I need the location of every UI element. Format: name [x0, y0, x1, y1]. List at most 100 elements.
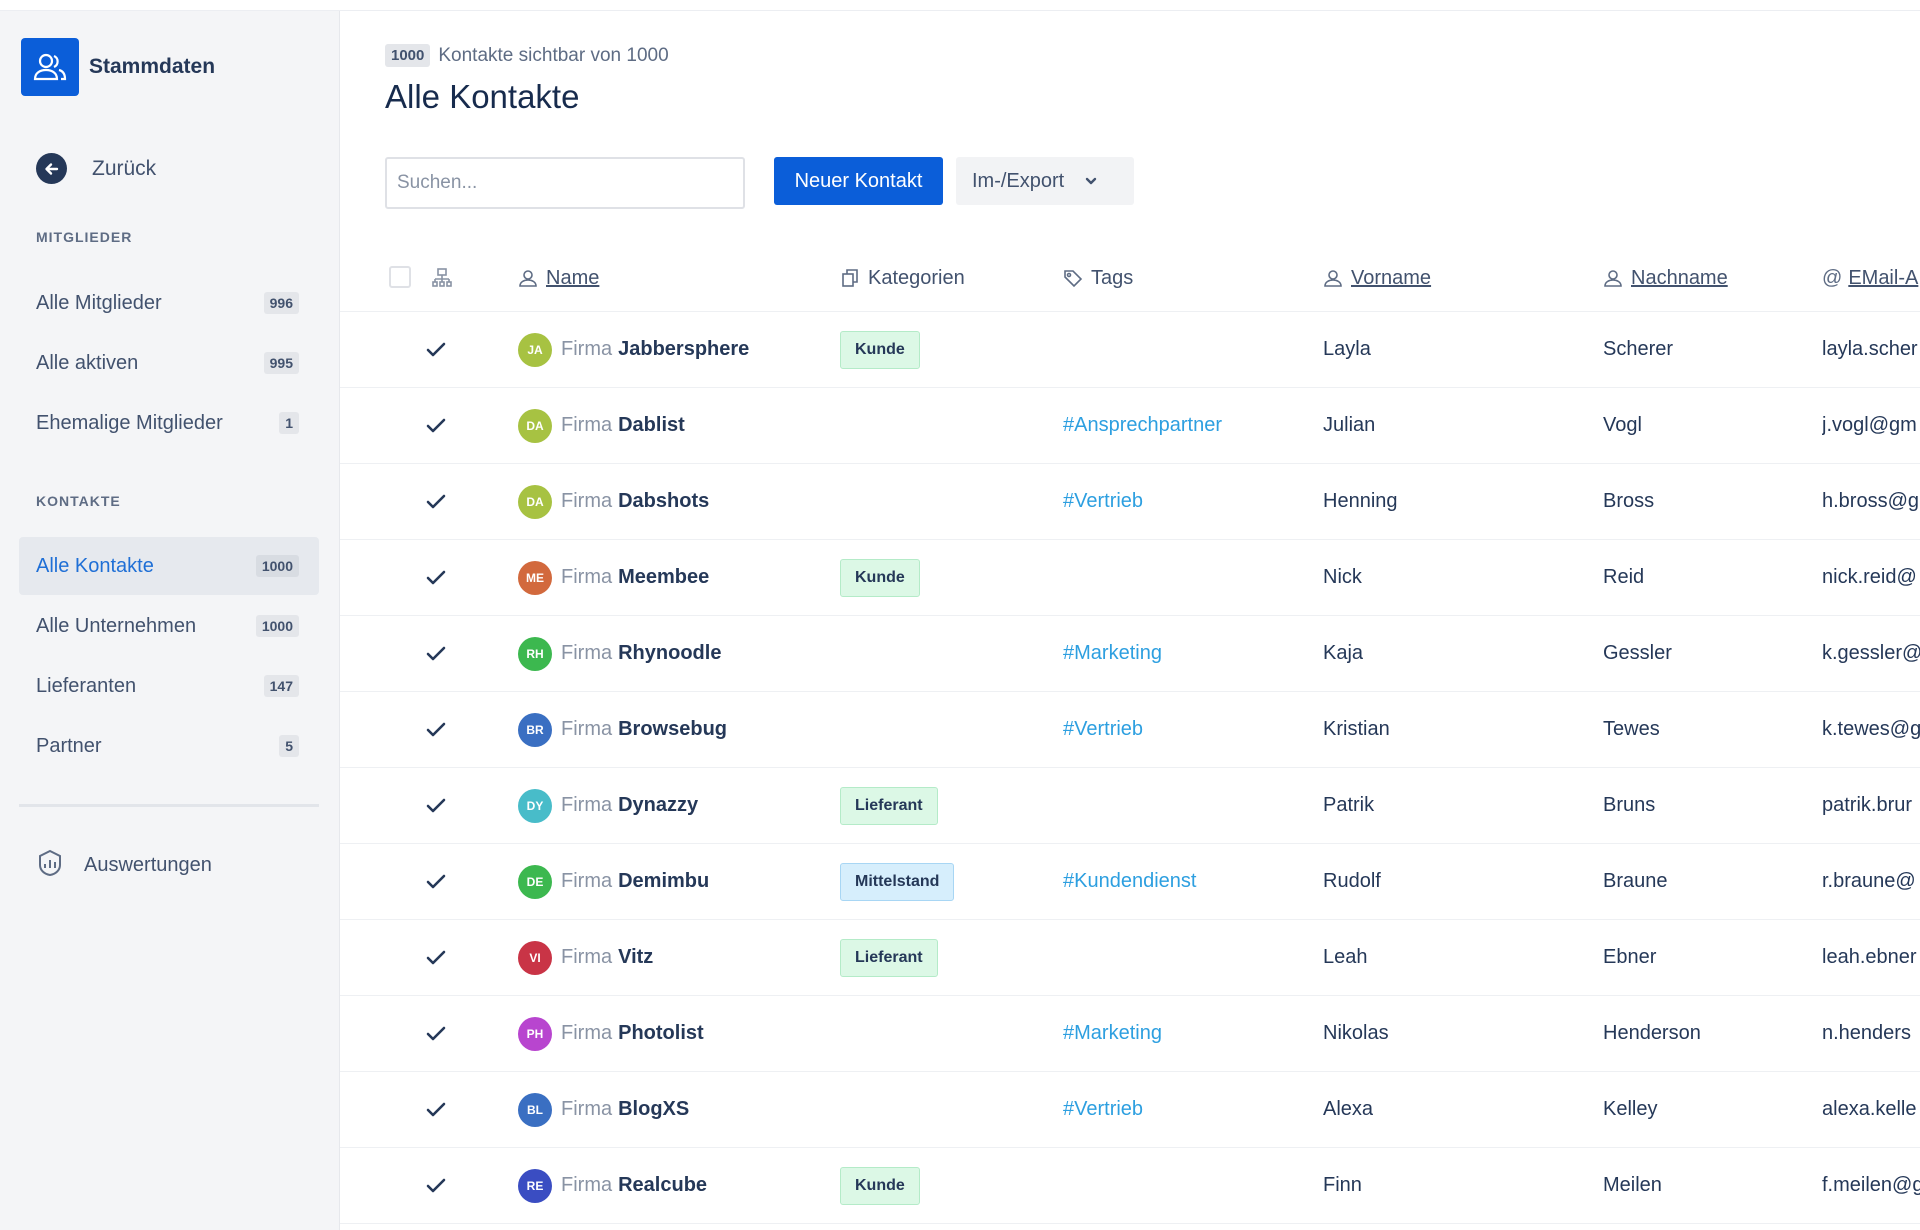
new-contact-button[interactable]: Neuer Kontakt: [774, 157, 943, 205]
search-input[interactable]: [385, 157, 745, 209]
contact-name-cell[interactable]: DA Firma Dablist: [518, 388, 685, 463]
email-cell[interactable]: n.henders: [1822, 996, 1920, 1071]
category-badge[interactable]: Lieferant: [840, 786, 938, 825]
email-cell[interactable]: leah.ebner: [1822, 920, 1920, 995]
company-prefix: Firma: [561, 1098, 613, 1120]
email-cell[interactable]: f.meilen@g: [1822, 1148, 1920, 1223]
sidebar-item-auswertungen[interactable]: Auswertungen: [36, 849, 212, 882]
selected-check-icon[interactable]: [425, 616, 447, 691]
selected-check-icon[interactable]: [425, 464, 447, 539]
table-row[interactable]: JA Firma Jabbersphere Kunde Layla Scherer layl…: [340, 312, 1920, 388]
selected-check-icon[interactable]: [425, 540, 447, 615]
top-border: [0, 0, 1920, 11]
contact-name-cell[interactable]: RH Firma Rhynoodle: [518, 616, 721, 691]
company-prefix: Firma: [561, 870, 613, 892]
back-button[interactable]: Zurück: [36, 153, 156, 184]
column-label: Vorname: [1351, 266, 1432, 289]
selected-check-icon[interactable]: [425, 996, 447, 1071]
table-row[interactable]: VI Firma Vitz Lieferant Leah Ebner leah.ebner: [340, 920, 1920, 996]
tag-link[interactable]: #Marketing: [1063, 1022, 1162, 1045]
sidebar-item-label: Alle aktiven: [36, 351, 139, 374]
app-title: Stammdaten: [89, 55, 216, 78]
selected-check-icon[interactable]: [425, 920, 447, 995]
contact-name-cell[interactable]: ME Firma Meembee: [518, 540, 709, 615]
contact-name-cell[interactable]: RE Firma Realcube: [518, 1148, 707, 1223]
import-export-button[interactable]: Im-/Export: [956, 157, 1134, 205]
email-cell[interactable]: alexa.kelle: [1822, 1072, 1920, 1147]
column-header-email[interactable]: @ EMail-A: [1822, 245, 1918, 311]
contact-name-cell[interactable]: BL Firma BlogXS: [518, 1072, 689, 1147]
categories-cell: Lieferant: [840, 768, 938, 843]
lastname-cell: Tewes: [1603, 718, 1660, 740]
app-brand[interactable]: Stammdaten: [21, 38, 215, 96]
contact-name-cell[interactable]: VI Firma Vitz: [518, 920, 653, 995]
email-cell[interactable]: r.braune@: [1822, 844, 1920, 919]
select-all-checkbox[interactable]: [389, 266, 411, 288]
section-title-mitglieder: MITGLIEDER: [36, 229, 133, 245]
company-name: Photolist: [618, 1022, 704, 1044]
table-row[interactable]: BL Firma BlogXS #Vertrieb Alexa Kelley alexa.k…: [340, 1072, 1920, 1148]
email-cell[interactable]: j.vogl@gm: [1822, 388, 1920, 463]
company-name: Dablist: [618, 414, 685, 436]
table-row[interactable]: DY Firma Dynazzy Lieferant Patrik Bruns patrik…: [340, 768, 1920, 844]
category-badge[interactable]: Lieferant: [840, 938, 938, 977]
email-cell[interactable]: k.tewes@g: [1822, 692, 1920, 767]
category-badge[interactable]: Mittelstand: [840, 862, 955, 901]
sidebar-item-alle-aktiven[interactable]: Alle aktiven 995: [19, 334, 319, 392]
contact-name-cell[interactable]: PH Firma Photolist: [518, 996, 704, 1071]
contact-name-cell[interactable]: BR Firma Browsebug: [518, 692, 727, 767]
hierarchy-icon[interactable]: [431, 245, 461, 311]
tag-link[interactable]: #Marketing: [1063, 642, 1162, 665]
sidebar-item-label: Lieferanten: [36, 674, 137, 697]
category-badge[interactable]: Kunde: [840, 558, 920, 597]
selected-check-icon[interactable]: [425, 844, 447, 919]
selected-check-icon[interactable]: [425, 768, 447, 843]
email-cell[interactable]: h.bross@g: [1822, 464, 1920, 539]
sidebar-item-label: Alle Unternehmen: [36, 614, 197, 637]
lastname-cell: Gessler: [1603, 642, 1672, 664]
contact-name-cell[interactable]: DE Firma Demimbu: [518, 844, 709, 919]
email-cell[interactable]: k.gessler@: [1822, 616, 1920, 691]
user-icon: [1604, 270, 1622, 287]
column-header-name[interactable]: Name: [518, 245, 599, 311]
selected-check-icon[interactable]: [425, 1148, 447, 1223]
email-cell[interactable]: nick.reid@: [1822, 540, 1920, 615]
table-row[interactable]: PH Firma Photolist #Marketing Nikolas Henders…: [340, 996, 1920, 1072]
tag-link[interactable]: #Ansprechpartner: [1063, 414, 1222, 437]
tag-link[interactable]: #Kundendienst: [1063, 870, 1196, 893]
table-row[interactable]: ME Firma Meembee Kunde Nick Reid nick.reid@: [340, 540, 1920, 616]
column-header-categories[interactable]: Kategorien: [840, 245, 965, 311]
table-row[interactable]: DA Firma Dablist #Ansprechpartner Julian Vogl…: [340, 388, 1920, 464]
avatar: DY: [518, 788, 552, 823]
table-row[interactable]: RH Firma Rhynoodle #Marketing Kaja Gessler k.g…: [340, 616, 1920, 692]
selected-check-icon[interactable]: [425, 1072, 447, 1147]
column-header-firstname[interactable]: Vorname: [1323, 245, 1431, 311]
table-row[interactable]: RE Firma Realcube Kunde Finn Meilen f.meilen@g: [340, 1148, 1920, 1224]
sidebar-item-alle-unternehmen[interactable]: Alle Unternehmen 1000: [19, 597, 319, 655]
category-badge[interactable]: Kunde: [840, 330, 920, 369]
table-row[interactable]: BR Firma Browsebug #Vertrieb Kristian Tewes k.…: [340, 692, 1920, 768]
column-header-tags[interactable]: Tags: [1063, 245, 1133, 311]
tag-link[interactable]: #Vertrieb: [1063, 1098, 1143, 1121]
company-name: Demimbu: [618, 870, 710, 892]
contact-name-cell[interactable]: DA Firma Dabshots: [518, 464, 709, 539]
sidebar-item-ehemalige-mitglieder[interactable]: Ehemalige Mitglieder 1: [19, 394, 319, 452]
sidebar-item-alle-mitglieder[interactable]: Alle Mitglieder 996: [19, 274, 319, 332]
column-header-lastname[interactable]: Nachname: [1603, 245, 1728, 311]
sidebar-item-alle-kontakte[interactable]: Alle Kontakte 1000: [19, 537, 319, 595]
tag-link[interactable]: #Vertrieb: [1063, 490, 1143, 513]
selected-check-icon[interactable]: [425, 692, 447, 767]
email-cell[interactable]: patrik.brur: [1822, 768, 1920, 843]
contact-name-cell[interactable]: DY Firma Dynazzy: [518, 768, 698, 843]
tag-link[interactable]: #Vertrieb: [1063, 718, 1143, 741]
sidebar-item-partner[interactable]: Partner 5: [19, 717, 319, 775]
table-row[interactable]: DE Firma Demimbu Mittelstand #Kundendienst Ru…: [340, 844, 1920, 920]
category-badge[interactable]: Kunde: [840, 1166, 920, 1205]
contact-name-cell[interactable]: JA Firma Jabbersphere: [518, 312, 749, 387]
sidebar-item-lieferanten[interactable]: Lieferanten 147: [19, 657, 319, 715]
email-cell[interactable]: layla.scher: [1822, 312, 1920, 387]
selected-check-icon[interactable]: [425, 388, 447, 463]
selected-check-icon[interactable]: [425, 312, 447, 387]
table-row[interactable]: DA Firma Dabshots #Vertrieb Henning Bross h.br…: [340, 464, 1920, 540]
lastname-cell: Vogl: [1603, 414, 1642, 436]
